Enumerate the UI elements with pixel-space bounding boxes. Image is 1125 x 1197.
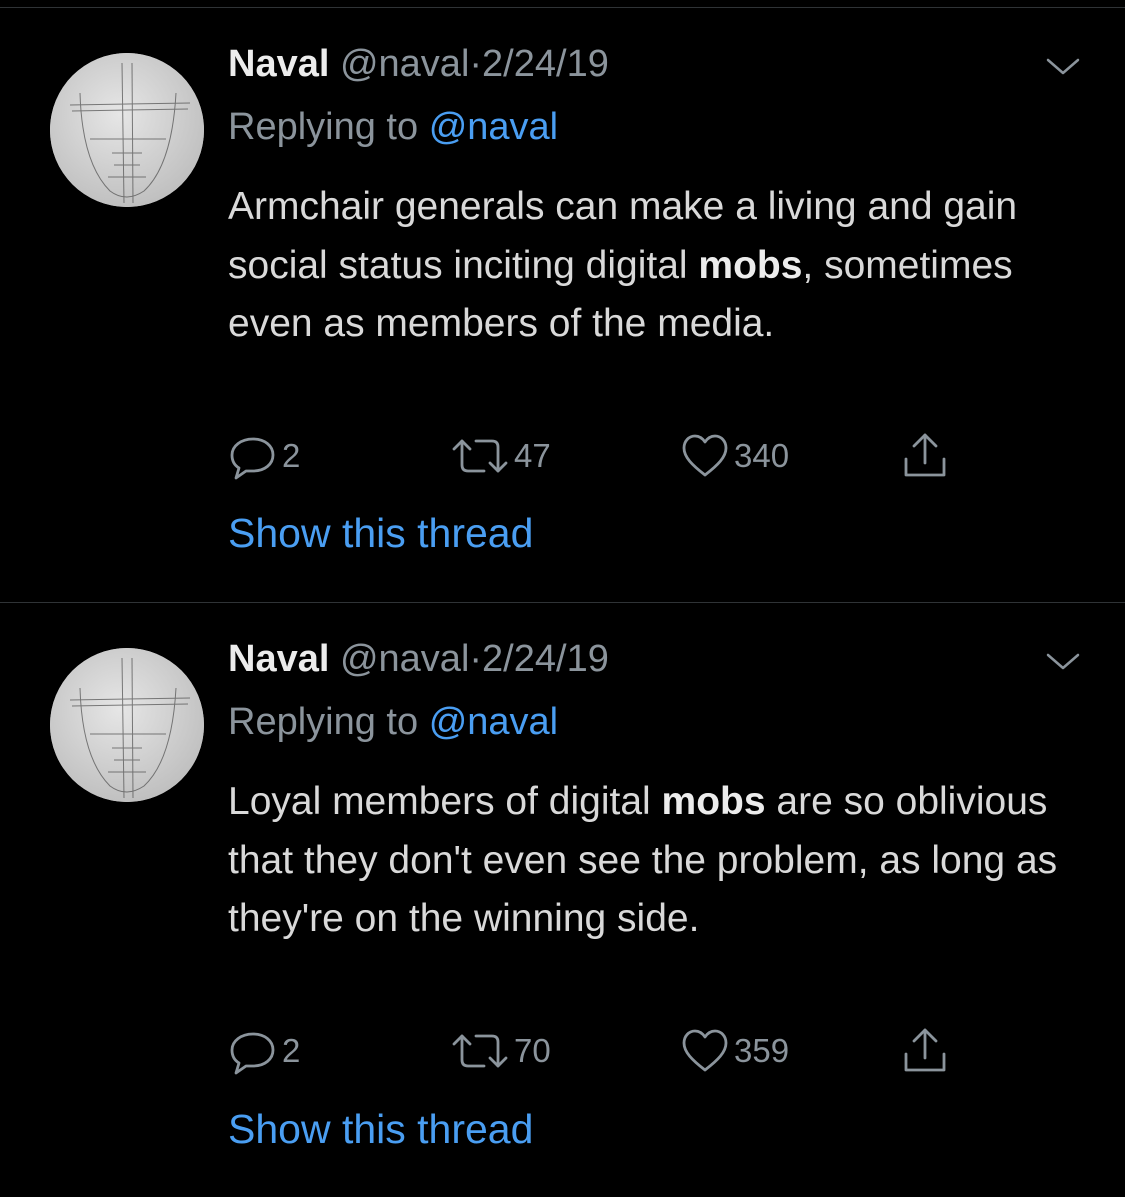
tweet-text: Loyal members of digital mobs are so obl… (228, 773, 1088, 949)
replying-to-mention[interactable]: @naval (429, 701, 558, 743)
reply-icon (230, 1032, 275, 1075)
tweet-text-bold: mobs (661, 780, 766, 823)
share-icon (904, 1028, 946, 1072)
tweet-text-part: Loyal members of digital (228, 780, 662, 823)
separator-dot: · (469, 638, 483, 680)
like-count: 340 (734, 437, 790, 474)
tweet-date[interactable]: 2/24/19 (482, 43, 609, 85)
tweet[interactable]: Naval @naval·2/24/19 Replying to @naval … (0, 8, 1125, 602)
reply-count: 2 (282, 1032, 301, 1069)
like-count: 359 (734, 1032, 790, 1069)
reply-button[interactable]: 2 (228, 426, 300, 486)
replying-to-mention[interactable]: @naval (429, 106, 558, 148)
retweet-icon (452, 1034, 508, 1068)
retweet-icon (452, 439, 508, 473)
replying-to-label: Replying to (228, 106, 419, 148)
reply-button[interactable]: 2 (228, 1021, 300, 1081)
author-handle[interactable]: @naval (340, 638, 469, 680)
replying-to-label: Replying to (228, 701, 419, 743)
author-handle[interactable]: @naval (340, 43, 469, 85)
chevron-down-icon[interactable] (1040, 647, 1086, 677)
chevron-down-icon[interactable] (1040, 52, 1086, 82)
reply-icon (230, 437, 275, 480)
share-icon (904, 433, 946, 477)
tweet-header: Naval @naval·2/24/19 (228, 39, 609, 89)
heart-icon (682, 1029, 728, 1072)
show-thread-link[interactable]: Show this thread (228, 505, 533, 561)
author-name[interactable]: Naval (228, 43, 329, 85)
like-button[interactable]: 340 (680, 426, 789, 486)
author-name[interactable]: Naval (228, 638, 329, 680)
retweet-button[interactable]: 70 (450, 1021, 551, 1081)
tweet-actions: 2 47 340 (228, 426, 968, 486)
tweet-actions: 2 70 359 (228, 1021, 968, 1081)
show-thread-link[interactable]: Show this thread (228, 1101, 533, 1157)
avatar[interactable] (50, 53, 204, 207)
replying-to-line: Replying to @naval (228, 697, 558, 747)
share-button[interactable] (900, 1021, 950, 1081)
heart-icon (682, 434, 728, 477)
share-button[interactable] (900, 426, 950, 486)
separator-dot: · (469, 43, 483, 85)
replying-to-line: Replying to @naval (228, 102, 558, 152)
retweet-count: 70 (514, 1032, 551, 1069)
reply-count: 2 (282, 437, 301, 474)
tweet-header: Naval @naval·2/24/19 (228, 634, 609, 684)
retweet-count: 47 (514, 437, 551, 474)
tweet-date[interactable]: 2/24/19 (482, 638, 609, 680)
retweet-button[interactable]: 47 (450, 426, 551, 486)
like-button[interactable]: 359 (680, 1021, 789, 1081)
avatar[interactable] (50, 648, 204, 802)
tweet-text: Armchair generals can make a living and … (228, 178, 1088, 354)
tweet[interactable]: Naval @naval·2/24/19 Replying to @naval … (0, 603, 1125, 1197)
tweet-text-bold: mobs (698, 243, 803, 287)
